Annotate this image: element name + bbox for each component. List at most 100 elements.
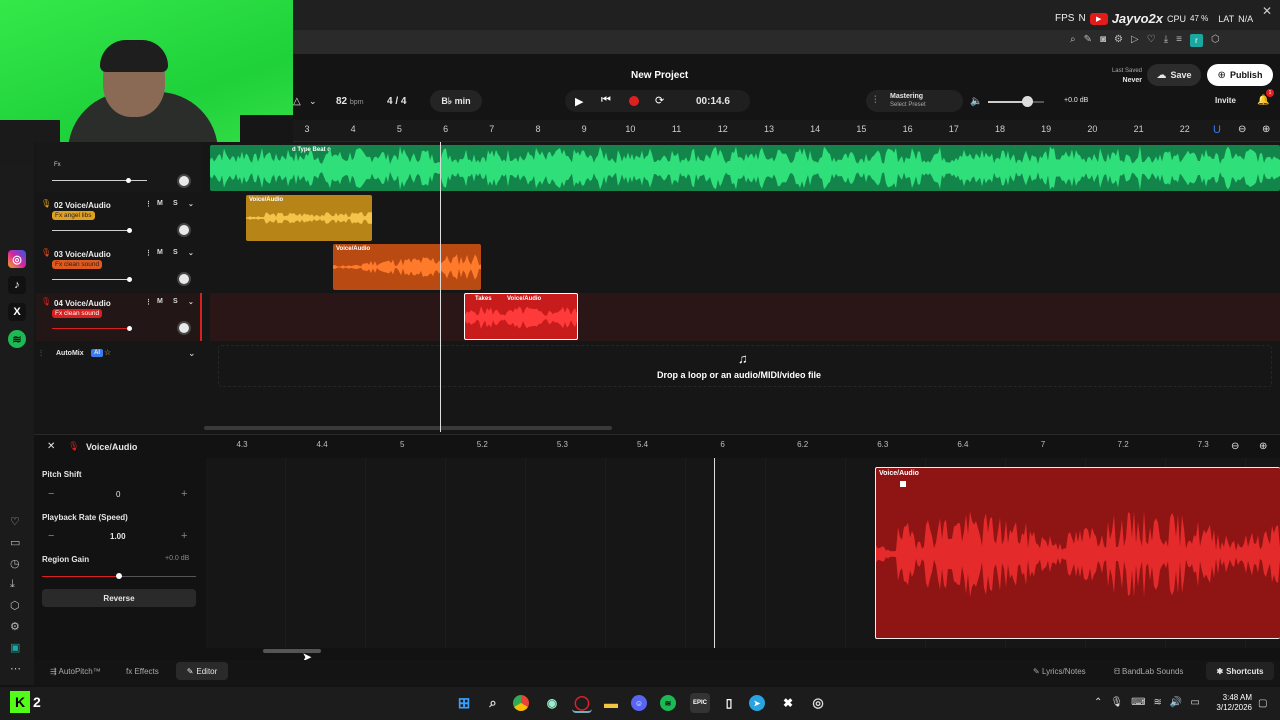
publish-button[interactable]: ⊕ Publish [1207, 64, 1273, 86]
shortcuts-button[interactable]: ✱ Shortcuts [1206, 662, 1274, 680]
history-icon[interactable]: ◷ [10, 557, 21, 570]
track-03-menu-icon[interactable]: ⋮ [145, 249, 152, 257]
timeline-scrollbar[interactable] [204, 426, 612, 430]
loop-icon[interactable]: ⟳ [655, 94, 664, 107]
track-04-fx[interactable]: Fx clean sound [52, 309, 103, 318]
track-02-pan-knob[interactable] [177, 223, 191, 237]
discord-icon[interactable]: ☺ [631, 695, 647, 711]
record-icon[interactable] [629, 96, 639, 106]
bpm-display[interactable]: 82 bpm [336, 96, 364, 107]
camera-icon[interactable]: ◙ [1100, 34, 1106, 47]
region-gain-slider[interactable] [42, 573, 196, 579]
track-01-volume[interactable] [52, 180, 147, 181]
track-03-fx[interactable]: Fx clean sound [52, 260, 103, 269]
steam-icon[interactable]: ◉ [542, 693, 562, 713]
playhead[interactable] [440, 142, 441, 432]
cube-icon[interactable]: ⬡ [1211, 34, 1220, 47]
opera-icon[interactable]: ◯ [572, 693, 592, 713]
editor-zoom-out-icon[interactable]: ⊖ [1231, 441, 1239, 452]
speaker-icon[interactable]: 🔈 [970, 96, 982, 107]
windows-start-icon[interactable]: ⊞ [454, 693, 474, 713]
track-04-solo[interactable]: S [173, 298, 178, 305]
obs-icon[interactable]: ◎ [808, 693, 828, 713]
editor-tab[interactable]: ✎ Editor [176, 662, 228, 680]
pitch-shift-stepper[interactable]: − 0 + [42, 486, 196, 504]
edit-icon[interactable]: ✎ [1084, 34, 1092, 47]
plus-icon[interactable]: + [181, 530, 187, 542]
track-04-volume-thumb[interactable] [127, 326, 132, 331]
editor-zoom-in-icon[interactable]: ⊕ [1259, 441, 1267, 452]
track-01-pan-knob[interactable] [177, 174, 191, 188]
minus-icon[interactable]: − [48, 488, 54, 500]
mic-tray-icon[interactable]: 🎙 [1110, 697, 1123, 708]
wifi-icon[interactable]: ≋ [1154, 697, 1162, 708]
track-03-chevron-icon[interactable]: ⌄ [188, 249, 194, 257]
automix-row[interactable]: ⫶ AutoMix AI ☆ ⌄ [36, 345, 202, 365]
send-icon[interactable]: ▷ [1131, 34, 1139, 47]
timeline-ruler[interactable] [293, 120, 1280, 142]
spotify-icon[interactable]: ≋ [660, 695, 676, 711]
invite-button[interactable]: Invite [1215, 96, 1236, 105]
track-02[interactable]: 🎙 02 Voice/Audio Fx angel libs ⋮ M S ⌄ [36, 195, 202, 243]
track-03-pan-knob[interactable] [177, 272, 191, 286]
chevron-down-icon[interactable]: ⌄ [309, 96, 317, 107]
import-icon[interactable]: ⤓ [10, 578, 21, 591]
track-03-mute[interactable]: M [157, 249, 163, 256]
track-03-solo[interactable]: S [173, 249, 178, 256]
editor-scrollbar[interactable] [263, 649, 321, 653]
close-icon[interactable]: ✕ [1262, 4, 1272, 18]
gear-icon[interactable]: ⚙ [10, 620, 21, 633]
search-icon[interactable]: ⌕ [1070, 34, 1076, 47]
settings-icon[interactable]: ⚙ [1114, 34, 1123, 47]
track-04-menu-icon[interactable]: ⋮ [145, 298, 152, 306]
pitch-shift-value[interactable]: 0 [116, 490, 120, 499]
more-icon[interactable]: ⋯ [10, 662, 21, 675]
skip-back-icon[interactable]: ⏮ [601, 94, 611, 107]
clock[interactable]: 3:48 AM 3/12/2026 [1212, 693, 1252, 713]
track-04-pan-knob[interactable] [177, 321, 191, 335]
chevron-up-icon[interactable]: ⌃ [1094, 697, 1102, 708]
track-04-volume[interactable] [52, 328, 130, 329]
box-icon[interactable]: ⬡ [10, 599, 21, 612]
beat-clip[interactable]: d Type Beat o [210, 145, 1280, 191]
comment-icon[interactable]: ▭ [10, 536, 21, 549]
track-03-volume-thumb[interactable] [127, 277, 132, 282]
track-02-chevron-icon[interactable]: ⌄ [188, 200, 194, 208]
close-icon[interactable]: ✕ [47, 441, 55, 452]
master-volume-slider[interactable] [988, 96, 1044, 107]
chrome-icon[interactable] [513, 695, 529, 711]
track-03-clip[interactable]: Voice/Audio [333, 244, 481, 290]
epic-games-icon[interactable]: EPIC [690, 693, 710, 713]
track-02-solo[interactable]: S [173, 200, 178, 207]
heart-icon[interactable]: ♡ [1147, 34, 1156, 47]
bandlab-sounds-tab[interactable]: ᗺ BandLab Sounds [1114, 667, 1183, 677]
region-gain-thumb[interactable] [116, 573, 122, 579]
profile-icon[interactable]: r [1189, 34, 1203, 47]
kick-logo-icon[interactable]: K [10, 691, 30, 713]
document-icon[interactable]: ▯ [719, 693, 739, 713]
track-02-menu-icon[interactable]: ⋮ [145, 200, 152, 208]
editor-clip[interactable]: Voice/Audio [875, 467, 1280, 639]
track-03[interactable]: 🎙 03 Voice/Audio Fx clean sound ⋮ M S ⌄ [36, 244, 202, 292]
playback-rate-value[interactable]: 1.00 [110, 532, 126, 541]
track-03-volume[interactable] [52, 279, 130, 280]
zoom-in-icon[interactable]: ⊕ [1262, 124, 1270, 135]
lyrics-notes-tab[interactable]: ✎ Lyrics/Notes [1033, 667, 1086, 676]
track-01-volume-thumb[interactable] [126, 178, 131, 183]
capcut-icon[interactable]: ✖ [778, 693, 798, 713]
keyboard-icon[interactable]: ⌨ [1131, 697, 1145, 708]
spotify-icon[interactable]: ≋ [8, 330, 26, 348]
x-icon[interactable]: X [8, 303, 26, 321]
chevron-down-icon[interactable]: ⌄ [188, 348, 196, 359]
track-04-mute[interactable]: M [157, 298, 163, 305]
track-04-chevron-icon[interactable]: ⌄ [188, 298, 194, 306]
editor-playhead[interactable] [714, 458, 715, 648]
track-04[interactable]: 🎙 04 Voice/Audio Fx clean sound ⋮ M S ⌄ [36, 293, 202, 341]
telegram-icon[interactable]: ➤ [749, 695, 765, 711]
file-explorer-icon[interactable]: ▬ [601, 693, 621, 713]
effects-tab[interactable]: fx Effects [126, 667, 159, 676]
minus-icon[interactable]: − [48, 530, 54, 542]
tiktok-icon[interactable]: ♪ [8, 276, 26, 294]
autopitch-tab[interactable]: ⇶ AutoPitch™ [50, 667, 101, 676]
notification-icon[interactable]: ▢ [1258, 698, 1267, 709]
